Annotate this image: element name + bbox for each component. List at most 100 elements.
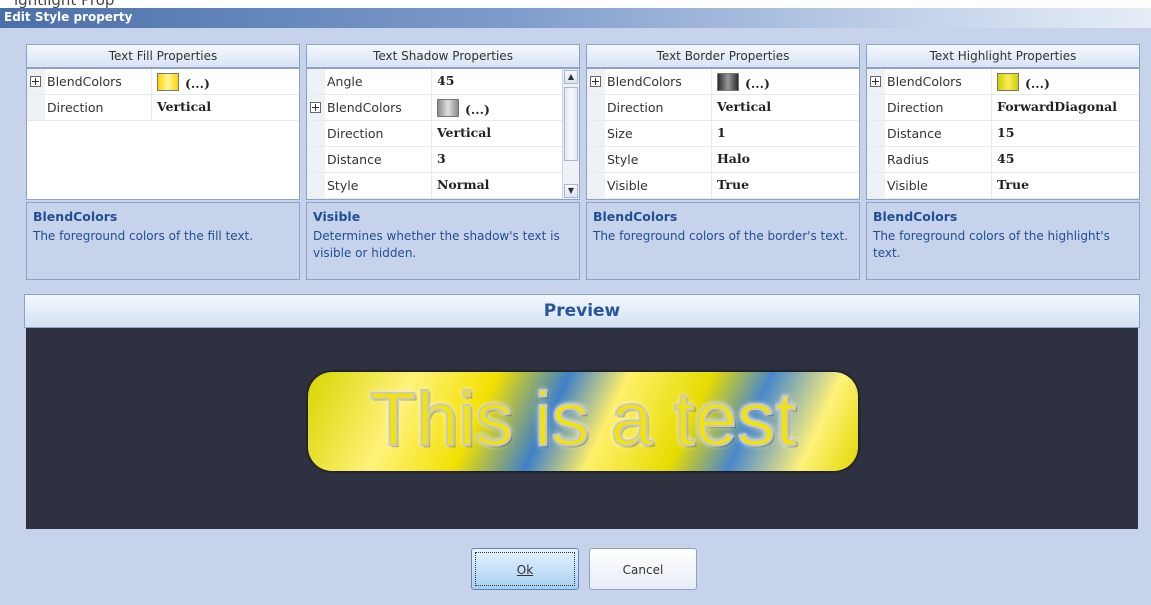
property-row-blendcolors[interactable]: BlendColors (...) [587,69,859,95]
text-highlight-description: BlendColors The foreground colors of the… [866,202,1140,280]
text-highlight-panel-title: Text Highlight Properties [866,44,1140,68]
property-value[interactable]: Normal [437,177,489,192]
text-shadow-property-grid[interactable]: Angle 45 BlendColors (...) Direction Ver… [306,68,580,200]
description-title: Visible [313,209,361,224]
property-name: BlendColors [607,74,682,89]
property-row-distance[interactable]: Distance 15 [867,121,1139,147]
property-name: Direction [47,100,104,115]
description-text: The foreground colors of the highlight's… [873,229,1110,260]
property-row-direction[interactable]: Direction Vertical [307,121,563,147]
property-name: Visible [607,178,648,193]
text-shadow-description: Visible Determines whether the shadow's … [306,202,580,280]
description-title: BlendColors [33,209,118,224]
property-value[interactable]: ForwardDiagonal [997,99,1117,114]
property-row-angle[interactable]: Angle 45 [307,69,563,95]
property-row-blendcolors[interactable]: BlendColors (...) [867,69,1139,95]
property-row-style[interactable]: Style Halo [587,147,859,173]
preview-highlight-pill: This is a test [308,372,858,471]
color-swatch-icon [717,73,739,91]
property-name: Direction [887,100,944,115]
property-value: (...) [1025,76,1050,91]
expand-plus-icon[interactable] [30,76,41,87]
preview-area: This is a test [26,328,1138,529]
text-fill-panel-title: Text Fill Properties [26,44,300,68]
property-name: Style [607,152,639,167]
text-border-panel: Text Border Properties BlendColors (...)… [586,44,860,280]
property-value[interactable]: 3 [437,151,446,166]
expand-plus-icon[interactable] [310,102,321,113]
ok-button[interactable]: Ok [471,548,579,590]
property-value: (...) [185,76,210,91]
background-window-strip: ightlight Prop [0,0,1151,8]
property-row-visible[interactable]: Visible True [587,173,859,199]
property-value[interactable]: Halo [717,151,750,166]
property-row-distance[interactable]: Distance 3 [307,147,563,173]
property-name: Visible [887,178,928,193]
color-swatch-icon [157,73,179,91]
property-value[interactable]: True [717,177,749,192]
title-bar[interactable]: Edit Style property [0,8,1151,28]
description-title: BlendColors [873,209,958,224]
description-text: The foreground colors of the border's te… [593,229,849,243]
property-name: Distance [327,152,382,167]
property-name: Direction [607,100,664,115]
property-value[interactable]: Vertical [157,99,211,114]
text-fill-description: BlendColors The foreground colors of the… [26,202,300,280]
text-fill-panel: Text Fill Properties BlendColors (...) D… [26,44,300,280]
description-text: Determines whether the shadow's text is … [313,229,560,260]
edit-style-dialog: Text Fill Properties BlendColors (...) D… [0,28,1151,605]
property-value: (...) [745,76,770,91]
property-name: BlendColors [327,100,402,115]
property-value[interactable]: 45 [997,151,1014,166]
property-name: Radius [887,152,929,167]
property-row-direction[interactable]: Direction Vertical [587,95,859,121]
text-shadow-panel-title: Text Shadow Properties [306,44,580,68]
property-row-style[interactable]: Style Normal [307,173,563,199]
property-value[interactable]: 45 [437,73,454,88]
window-title: Edit Style property [4,10,133,24]
ok-button-label: Ok [516,563,534,577]
property-name: BlendColors [887,74,962,89]
color-swatch-icon [437,99,459,117]
text-border-panel-title: Text Border Properties [586,44,860,68]
property-row-blendcolors[interactable]: BlendColors (...) [27,69,299,95]
property-name: Size [607,126,633,141]
cancel-button[interactable]: Cancel [589,548,697,590]
property-value[interactable]: 15 [997,125,1014,140]
preview-sample-text: This is a test [369,376,798,463]
description-text: The foreground colors of the fill text. [33,229,254,243]
property-value: (...) [465,102,490,117]
property-name: Distance [887,126,942,141]
text-fill-property-grid[interactable]: BlendColors (...) Direction Vertical [26,68,300,200]
property-row-size[interactable]: Size 1 [587,121,859,147]
property-value[interactable]: True [997,177,1029,192]
background-window-text: ightlight Prop [14,0,114,8]
preview-header: Preview [24,294,1140,328]
property-value[interactable]: Vertical [437,125,491,140]
text-highlight-property-grid[interactable]: BlendColors (...) Direction ForwardDiago… [866,68,1140,200]
text-border-property-grid[interactable]: BlendColors (...) Direction Vertical Siz… [586,68,860,200]
expand-plus-icon[interactable] [870,76,881,87]
text-shadow-panel: Text Shadow Properties Angle 45 BlendCol… [306,44,580,280]
property-value[interactable]: Vertical [717,99,771,114]
color-swatch-icon [997,73,1019,91]
property-row-radius[interactable]: Radius 45 [867,147,1139,173]
property-value[interactable]: 1 [717,125,726,140]
vertical-scrollbar[interactable]: ▲ ▼ [562,69,579,199]
property-name: Direction [327,126,384,141]
scroll-down-arrow-icon[interactable]: ▼ [564,184,578,198]
text-border-description: BlendColors The foreground colors of the… [586,202,860,280]
property-name: Style [327,178,359,193]
cancel-button-label: Cancel [622,563,664,577]
property-row-direction[interactable]: Direction Vertical [27,95,299,121]
property-name: Angle [327,74,363,89]
property-name: BlendColors [47,74,122,89]
description-title: BlendColors [593,209,678,224]
scroll-up-arrow-icon[interactable]: ▲ [564,70,578,84]
text-highlight-panel: Text Highlight Properties BlendColors (.… [866,44,1140,280]
property-row-direction[interactable]: Direction ForwardDiagonal [867,95,1139,121]
expand-plus-icon[interactable] [590,76,601,87]
property-row-blendcolors[interactable]: BlendColors (...) [307,95,563,121]
scrollbar-thumb[interactable] [564,87,578,161]
property-row-visible[interactable]: Visible True [867,173,1139,199]
